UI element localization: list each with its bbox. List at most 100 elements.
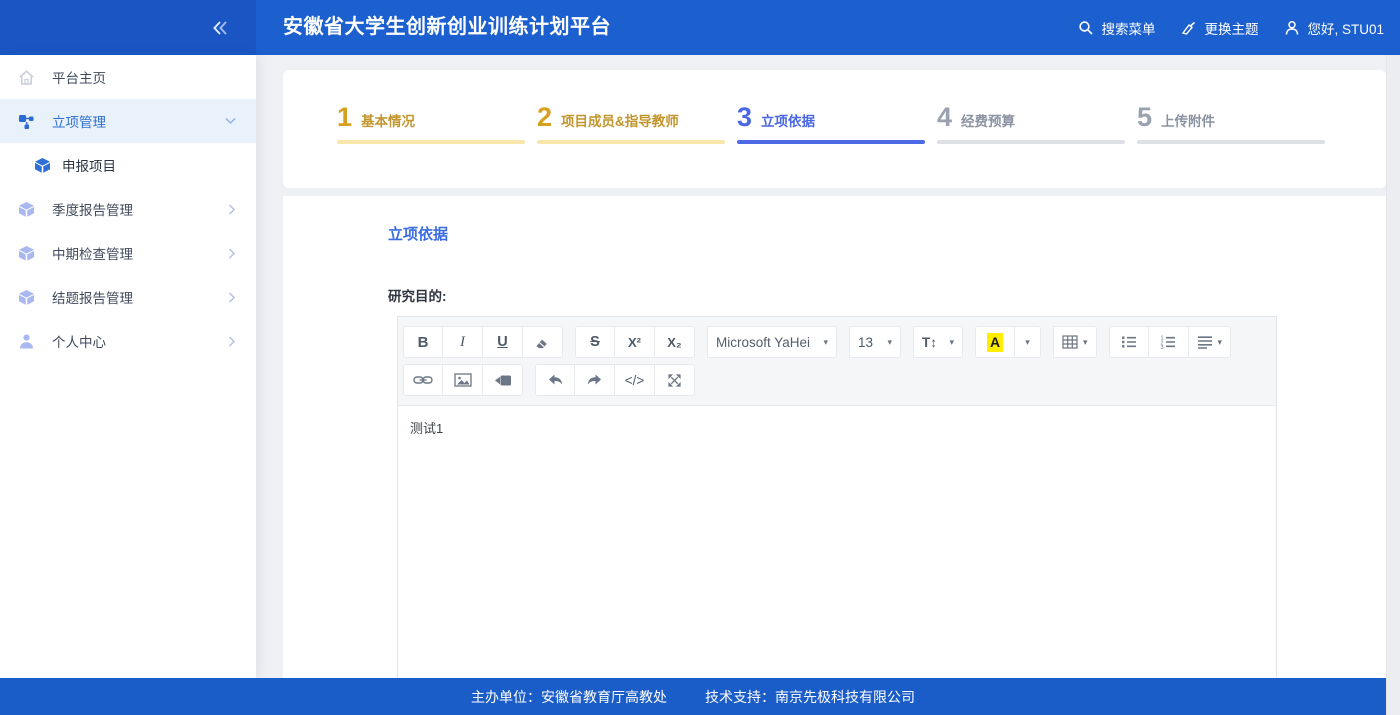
- subscript-button[interactable]: X₂: [655, 326, 695, 358]
- undo-icon: [547, 373, 564, 387]
- step-project-basis[interactable]: 3 立项依据: [737, 104, 937, 144]
- chevron-down-icon: [225, 117, 236, 125]
- step-label: 经费预算: [961, 110, 1015, 130]
- unordered-list-icon: [1121, 335, 1137, 349]
- unordered-list-button[interactable]: [1109, 326, 1149, 358]
- paragraph-align-dropdown[interactable]: ▾: [1189, 326, 1232, 358]
- insert-image-button[interactable]: [443, 364, 483, 396]
- cube-icon: [18, 245, 35, 262]
- sidebar: 平台主页 立项管理 申报项目: [0, 55, 256, 678]
- step-number: 5: [1137, 104, 1152, 131]
- step-attachments[interactable]: 5 上传附件: [1137, 104, 1337, 144]
- svg-text:3: 3: [1161, 345, 1164, 349]
- theme-brush-icon: [1181, 20, 1197, 36]
- strikethrough-button[interactable]: S: [575, 326, 615, 358]
- sidebar-item-quarterly-report[interactable]: 季度报告管理: [0, 187, 256, 231]
- bold-button[interactable]: B: [403, 326, 443, 358]
- change-theme-label: 更换主题: [1204, 18, 1258, 38]
- align-icon: [1197, 335, 1213, 349]
- caret-down-icon: ▾: [949, 338, 954, 347]
- chevron-right-icon: [228, 292, 236, 303]
- step-basic-info[interactable]: 1 基本情况: [337, 104, 537, 144]
- caret-down-icon: ▾: [1083, 338, 1088, 347]
- step-number: 1: [337, 104, 352, 131]
- step-underline: [337, 140, 525, 144]
- chevron-right-icon: [228, 336, 236, 347]
- collapse-sidebar-icon[interactable]: [212, 20, 230, 36]
- insert-link-button[interactable]: [403, 364, 443, 396]
- sidebar-item-project-management[interactable]: 立项管理: [0, 99, 256, 143]
- underline-button[interactable]: U: [483, 326, 523, 358]
- sidebar-item-declare-project[interactable]: 申报项目: [0, 143, 256, 187]
- code-view-button[interactable]: </>: [615, 364, 655, 396]
- step-label: 基本情况: [361, 110, 415, 130]
- editor-content-area[interactable]: 测试1: [398, 406, 1276, 701]
- cube-icon: [34, 157, 51, 174]
- wizard-steps-card: 1 基本情况 2 项目成员&指导教师 3 立项依据 4 经费预算: [283, 70, 1386, 188]
- search-menu-button[interactable]: 搜索菜单: [1078, 18, 1155, 38]
- font-family-value: Microsoft YaHei: [716, 335, 810, 350]
- chevron-right-icon: [228, 248, 236, 259]
- user-icon: [1284, 20, 1300, 36]
- step-budget[interactable]: 4 经费预算: [937, 104, 1137, 144]
- font-size-dropdown[interactable]: 13 ▾: [849, 326, 901, 358]
- editor-toolbar: B I U S X² X₂: [398, 317, 1276, 406]
- fullscreen-icon: [667, 373, 682, 388]
- sidebar-item-label: 平台主页: [52, 67, 106, 87]
- caret-down-icon: ▾: [823, 338, 828, 347]
- step-underline: [737, 140, 925, 144]
- undo-button[interactable]: [535, 364, 575, 396]
- fullscreen-button[interactable]: [655, 364, 695, 396]
- app-title: 安徽省大学生创新创业训练计划平台: [283, 0, 611, 55]
- sidebar-item-midterm-check[interactable]: 中期检查管理: [0, 231, 256, 275]
- sidebar-item-final-report[interactable]: 结题报告管理: [0, 275, 256, 319]
- font-color-icon: A: [987, 333, 1003, 352]
- ordered-list-icon: 1 2 3: [1160, 335, 1176, 349]
- sidebar-item-personal-center[interactable]: 个人中心: [0, 319, 256, 363]
- wizard-steps: 1 基本情况 2 项目成员&指导教师 3 立项依据 4 经费预算: [337, 104, 1337, 144]
- sidebar-item-label: 中期检查管理: [52, 243, 133, 263]
- table-icon: [1062, 335, 1078, 349]
- step-members-teachers[interactable]: 2 项目成员&指导教师: [537, 104, 737, 144]
- insert-video-button[interactable]: [483, 364, 523, 396]
- home-icon: [18, 69, 35, 86]
- step-underline: [937, 140, 1125, 144]
- step-label: 项目成员&指导教师: [561, 110, 679, 130]
- search-menu-label: 搜索菜单: [1101, 18, 1155, 38]
- user-menu[interactable]: 您好, STU01: [1284, 18, 1384, 38]
- table-dropdown[interactable]: ▾: [1053, 326, 1097, 358]
- font-color-button[interactable]: A: [975, 326, 1015, 358]
- project-tree-icon: [18, 113, 35, 130]
- step-number: 3: [737, 104, 752, 131]
- top-header: 安徽省大学生创新创业训练计划平台 搜索菜单 更换主题: [0, 0, 1400, 55]
- caret-down-icon: ▾: [1218, 338, 1223, 347]
- sidebar-item-home[interactable]: 平台主页: [0, 55, 256, 99]
- ordered-list-button[interactable]: 1 2 3: [1149, 326, 1189, 358]
- redo-icon: [586, 373, 603, 387]
- footer-support: 技术支持：南京先极科技有限公司: [705, 687, 915, 707]
- step-number: 2: [537, 104, 552, 131]
- sidebar-item-label: 结题报告管理: [52, 287, 133, 307]
- italic-button[interactable]: I: [443, 326, 483, 358]
- redo-button[interactable]: [575, 364, 615, 396]
- superscript-button[interactable]: X²: [615, 326, 655, 358]
- cube-icon: [18, 289, 35, 306]
- sidebar-item-label: 立项管理: [52, 111, 106, 131]
- font-size-value: 13: [858, 335, 873, 350]
- line-height-dropdown[interactable]: T↕ ▾: [913, 326, 963, 358]
- font-family-dropdown[interactable]: Microsoft YaHei ▾: [707, 326, 837, 358]
- page-footer: 主办单位：安徽省教育厅高教处 技术支持：南京先极科技有限公司: [0, 678, 1386, 715]
- person-icon: [18, 333, 35, 350]
- step-label: 上传附件: [1161, 110, 1215, 130]
- sidebar-item-label: 个人中心: [52, 331, 106, 351]
- caret-down-icon: ▾: [1025, 338, 1030, 347]
- search-icon: [1078, 20, 1094, 36]
- change-theme-button[interactable]: 更换主题: [1181, 18, 1258, 38]
- image-icon: [454, 373, 472, 387]
- clear-format-button[interactable]: [523, 326, 563, 358]
- eraser-icon: [534, 334, 551, 351]
- sidebar-item-label: 季度报告管理: [52, 199, 133, 219]
- step-underline: [537, 140, 725, 144]
- font-color-dropdown[interactable]: ▾: [1015, 326, 1041, 358]
- vertical-scrollbar[interactable]: [1386, 55, 1400, 715]
